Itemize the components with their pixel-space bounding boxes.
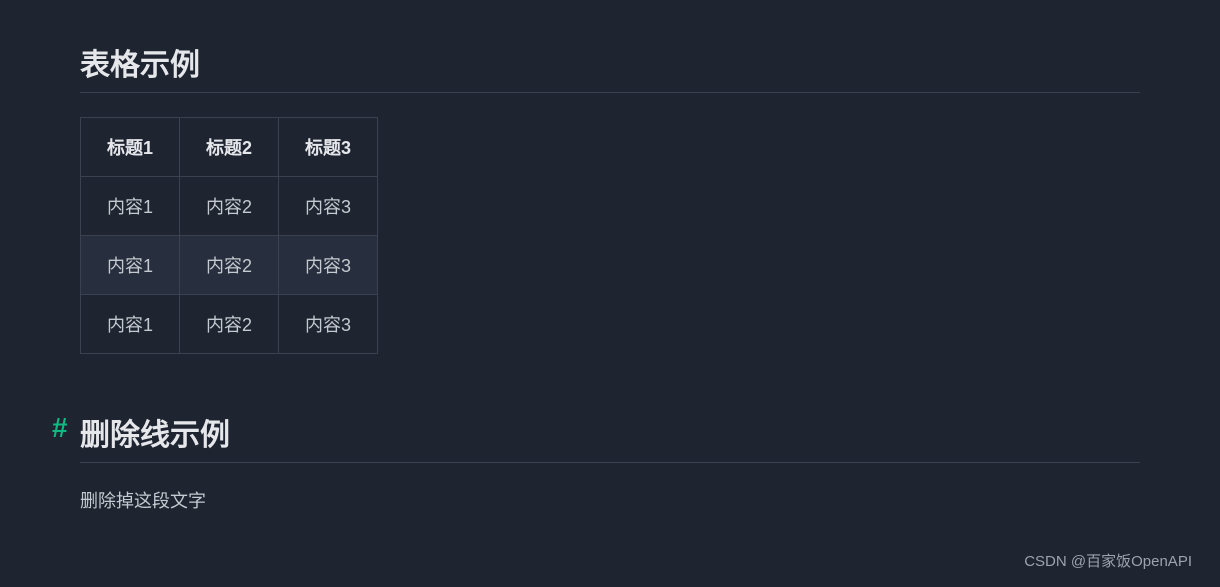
table-row: 内容1 内容2 内容3 [81,236,378,295]
table-header-cell: 标题3 [279,118,378,177]
table-cell: 内容2 [180,295,279,354]
table-cell: 内容3 [279,236,378,295]
table-cell: 内容3 [279,295,378,354]
table-cell: 内容1 [81,236,180,295]
table-row: 内容1 内容2 内容3 [81,177,378,236]
table-cell: 内容1 [81,177,180,236]
section-title-table: 表格示例 [80,40,1140,93]
table-example-section: 表格示例 标题1 标题2 标题3 内容1 内容2 内容3 内容1 内容2 内容3… [80,40,1140,354]
strikethrough-example-section: # 删除线示例 删除掉这段文字 [80,410,1140,513]
table-row: 内容1 内容2 内容3 [81,295,378,354]
heading-anchor-icon[interactable]: # [52,412,68,444]
example-table: 标题1 标题2 标题3 内容1 内容2 内容3 内容1 内容2 内容3 内容1 … [80,117,378,354]
table-header-cell: 标题2 [180,118,279,177]
strikethrough-body-text: 删除掉这段文字 [80,487,1140,513]
table-cell: 内容2 [180,236,279,295]
table-cell: 内容3 [279,177,378,236]
section-title-strikethrough: 删除线示例 [80,410,1140,463]
table-cell: 内容2 [180,177,279,236]
table-cell: 内容1 [81,295,180,354]
table-header-row: 标题1 标题2 标题3 [81,118,378,177]
table-header-cell: 标题1 [81,118,180,177]
watermark-text: CSDN @百家饭OpenAPI [1024,550,1192,571]
heading-wrapper: # 删除线示例 [80,410,1140,463]
